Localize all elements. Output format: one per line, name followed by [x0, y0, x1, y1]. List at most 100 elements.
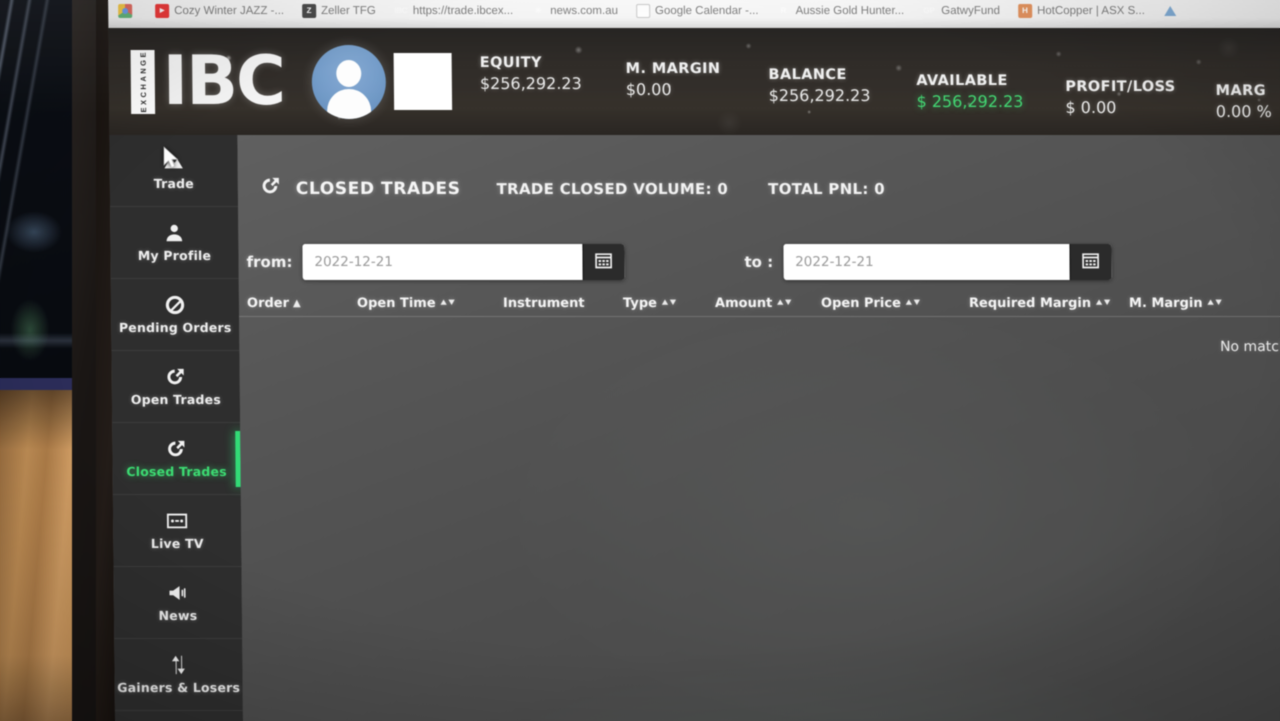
bookmark-item[interactable]: 31 Google Calendar -...: [630, 2, 765, 20]
news-icon: ✳: [534, 5, 542, 15]
mountain-chart-icon: [162, 150, 184, 172]
stat-margin: MARG 0.00 %: [1215, 42, 1272, 120]
logo-exchange-tag: EXCHANGE: [130, 49, 156, 114]
bookmark-label: news.com.au: [550, 4, 619, 17]
sidebar-item-label: Trade: [153, 175, 194, 191]
bookmark-item[interactable]: GP GatwyFund: [916, 2, 1006, 20]
bookmark-item[interactable]: HotCopper | ASX S...: [1012, 2, 1151, 20]
column-header-open-price[interactable]: Open Price ⯅⯆: [821, 296, 969, 311]
sidebar-item-live-tv[interactable]: Live TV: [112, 494, 242, 567]
from-date-input[interactable]: [302, 243, 583, 280]
app-body: Trade My Profile Pending Orders Open Tra…: [109, 134, 1280, 721]
wooden-desk: [0, 390, 80, 721]
stat-label: PROFIT/LOSS: [1065, 78, 1176, 95]
column-header-order[interactable]: Order ▲: [239, 296, 357, 311]
youtube-icon: [155, 3, 170, 18]
bookmark-item[interactable]: Cozy Winter JAZZ -...: [149, 2, 290, 20]
column-header-required-margin[interactable]: Required Margin ⯅⯆: [969, 296, 1129, 311]
arrows-updown-icon: [167, 654, 189, 676]
pending-clock-icon: [164, 294, 186, 316]
logo-text: IBC: [162, 41, 285, 121]
sidebar: Trade My Profile Pending Orders Open Tra…: [109, 134, 244, 721]
sidebar-item-pending-orders[interactable]: Pending Orders: [110, 278, 240, 351]
sidebar-item-label: News: [158, 607, 198, 623]
logo-exchange-text: EXCHANGE: [138, 50, 148, 113]
sort-indicator: ▲: [292, 297, 301, 309]
main-content: CLOSED TRADES TRADE CLOSED VOLUME: 0 TOT…: [237, 134, 1280, 721]
photo-scene: Cozy Winter JAZZ -... Zeller TFG IBC htt…: [0, 0, 1280, 721]
to-calendar-button[interactable]: [1069, 243, 1112, 280]
column-header-instrument[interactable]: Instrument: [503, 296, 623, 311]
bookmark-label: HotCopper | ASX S...: [1036, 4, 1145, 17]
stat-available: AVAILABLE $ 256,292.23: [916, 42, 1024, 111]
stat-value: $ 256,292.23: [916, 91, 1024, 111]
from-label: from:: [246, 252, 293, 271]
column-header-m-margin[interactable]: M. Margin ⯅⯆: [1129, 296, 1249, 311]
sidebar-item-my-profile[interactable]: My Profile: [110, 206, 239, 279]
sidebar-item-label: My Profile: [137, 247, 212, 263]
stat-label: MARG: [1215, 82, 1267, 99]
bookmark-label: Cozy Winter JAZZ -...: [174, 4, 285, 17]
page-title-row: CLOSED TRADES TRADE CLOSED VOLUME: 0 TOT…: [237, 135, 1280, 202]
sidebar-item-open-trades[interactable]: Open Trades: [111, 350, 241, 423]
blue-triangle-icon: [1163, 4, 1177, 18]
secondary-monitor-background: [0, 0, 78, 396]
target-arrow-icon: [260, 175, 282, 202]
bookmark-item[interactable]: ✳ news.com.au: [525, 2, 624, 20]
from-date-field[interactable]: [302, 243, 625, 280]
column-label: Open Time: [356, 295, 436, 311]
column-label: Instrument: [502, 295, 585, 311]
sidebar-item-gainers-losers[interactable]: Gainers & Losers: [114, 638, 243, 711]
bookmark-item[interactable]: R Aussie Gold Hunter...: [770, 2, 910, 20]
letter-r-icon: R: [780, 5, 787, 15]
bookmark-label: Zeller TFG: [321, 4, 376, 17]
sort-indicator: ⯅⯆: [904, 297, 921, 309]
ibc-icon: IBC: [394, 5, 408, 15]
kpi-total-pnl: TOTAL PNL: 0: [768, 179, 886, 198]
sidebar-item-closed-trades[interactable]: Closed Trades: [112, 422, 241, 495]
brand-logo[interactable]: EXCHANGE IBC: [130, 41, 285, 121]
calendar-icon: [594, 249, 614, 274]
bookmark-item[interactable]: [1157, 2, 1188, 20]
sidebar-item-label: Open Trades: [130, 391, 222, 407]
browser-bookmarks-bar[interactable]: Cozy Winter JAZZ -... Zeller TFG IBC htt…: [108, 0, 1280, 28]
sidebar-item-news[interactable]: News: [113, 566, 243, 639]
bookmark-item[interactable]: IBC https://trade.ibcex...: [388, 2, 520, 20]
megaphone-icon: [167, 582, 189, 604]
bookmark-label: https://trade.ibcex...: [412, 4, 514, 17]
column-label: Type: [622, 295, 657, 311]
chrome-icon: [118, 3, 133, 18]
kpi-trade-closed-volume: TRADE CLOSED VOLUME: 0: [496, 179, 729, 198]
stat-value: $256,292.23: [768, 85, 871, 105]
stat-label: M. MARGIN: [625, 60, 721, 77]
sort-indicator: ⯅⯆: [1095, 297, 1112, 309]
bookmark-item[interactable]: Zeller TFG: [296, 2, 382, 20]
to-date-input[interactable]: [782, 243, 1070, 280]
sidebar-item-trade[interactable]: Trade: [109, 134, 239, 207]
gp-icon: GP: [923, 5, 936, 15]
column-header-type[interactable]: Type ⯅⯆: [623, 296, 715, 311]
from-calendar-button[interactable]: [582, 243, 625, 280]
stat-profit-loss: PROFIT/LOSS $ 0.00: [1065, 42, 1176, 116]
sidebar-item-label: Gainers & Losers: [117, 679, 241, 695]
column-header-open-time[interactable]: Open Time ⯅⯆: [357, 296, 503, 311]
avatar[interactable]: [311, 44, 387, 119]
table-empty-message: No matching data: [1219, 338, 1280, 355]
app-header: EXCHANGE IBC EQUITY $256,292.23 M. MARGI…: [108, 27, 1280, 135]
bookmark-label: GatwyFund: [941, 4, 1001, 17]
sidebar-item-label: Closed Trades: [126, 463, 227, 479]
bookmark-label: Google Calendar -...: [654, 4, 759, 17]
stat-label: BALANCE: [768, 66, 847, 83]
column-label: Required Margin: [968, 295, 1092, 311]
column-label: Amount: [714, 295, 773, 311]
stat-value: $256,292.23: [479, 73, 582, 93]
target-arrow-icon: [165, 438, 187, 460]
sidebar-item-label: Pending Orders: [118, 319, 232, 335]
bookmark-item[interactable]: [112, 2, 143, 20]
closed-trades-table-header: Order ▲ Open Time ⯅⯆ Instrument Type ⯅⯆: [238, 295, 1280, 317]
sort-indicator: ⯅⯆: [776, 297, 793, 309]
column-header-amount[interactable]: Amount ⯅⯆: [715, 296, 821, 311]
to-label: to :: [744, 252, 774, 271]
stat-equity: EQUITY $256,292.23: [480, 42, 582, 92]
to-date-field[interactable]: [782, 243, 1112, 280]
